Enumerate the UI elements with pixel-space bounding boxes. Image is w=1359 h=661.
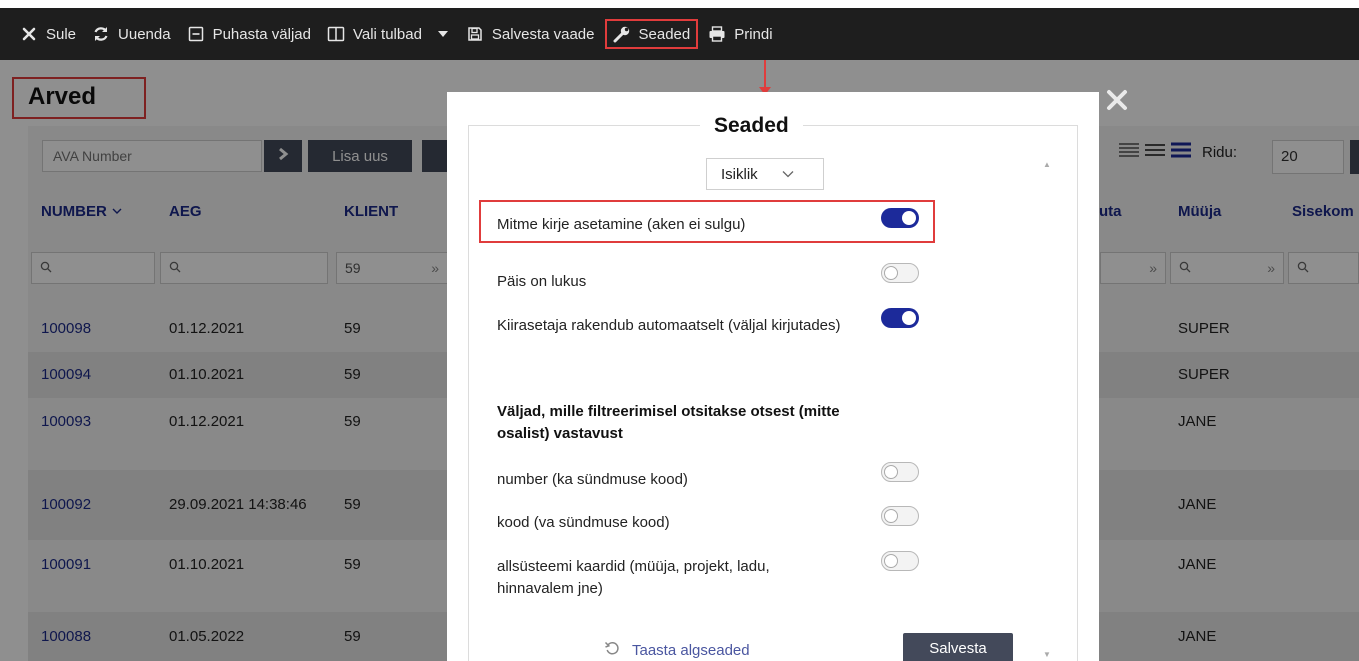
toggle-header-locked[interactable] [881,263,919,283]
option-label-subsystem-cards: allsüsteemi kaardid (müüja, projekt, lad… [497,558,770,597]
exact-match-section-heading: Väljad, mille filtreerimisel otsitakse o… [497,403,840,442]
option-label-code-exact: kood (va sündmuse kood) [497,514,670,531]
caret-down-icon [436,25,450,43]
toggle-number-exact[interactable] [881,462,919,482]
settings-label: Seaded [638,25,691,43]
choose-columns-label: Vali tulbad [352,25,422,43]
modal-title: Seaded [700,114,803,138]
option-label-multi-insert: Mitme kirje asetamine (aken ei sulgu) [497,216,746,233]
restore-defaults-button[interactable]: Taasta algseaded [604,640,750,660]
toggle-knob [902,311,916,325]
settings-button[interactable]: Seaded [604,19,699,49]
toggle-code-exact[interactable] [881,506,919,526]
save-view-button[interactable]: Salvesta vaade [466,25,595,43]
scroll-up-icon[interactable]: ▲ [1043,160,1051,169]
refresh-label: Uuenda [118,25,171,43]
toggle-knob [884,465,898,479]
undo-icon [604,640,620,660]
modal-close-icon[interactable] [1106,86,1128,118]
restore-defaults-label: Taasta algseaded [632,641,750,659]
print-button[interactable]: Prindi [708,25,773,43]
columns-icon [327,25,345,43]
toggle-auto-quick-insert[interactable] [881,308,919,328]
toggle-knob [884,266,898,280]
save-view-label: Salvesta vaade [491,25,595,43]
option-label-header-locked: Päis on lukus [497,273,587,290]
toolbar: Sule Uuenda Puhasta väljad Vali tulbad S… [0,8,1359,60]
option-label-auto-quick-insert: Kiirasetaja rakendub automaatselt (välja… [497,317,841,334]
close-label: Sule [46,25,77,43]
chevron-down-icon [782,167,794,181]
save-settings-button[interactable]: Salvesta [903,633,1013,661]
toggle-knob [902,211,916,225]
clear-fields-label: Puhasta väljad [212,25,311,43]
print-label: Prindi [734,25,773,43]
floppy-disk-icon [466,25,484,43]
clear-fields-button[interactable]: Puhasta väljad [187,25,311,43]
settings-scope-select[interactable]: Isiklik [706,158,824,190]
option-label-number-exact: number (ka sündmuse kood) [497,471,688,488]
toggle-multi-insert[interactable] [881,208,919,228]
printer-icon [708,25,726,43]
minus-square-icon [187,25,205,43]
close-button[interactable]: Sule [20,25,76,43]
wrench-icon [613,25,631,43]
refresh-button[interactable]: Uuenda [92,25,171,43]
toggle-subsystem-cards[interactable] [881,551,919,571]
toggle-knob [884,554,898,568]
choose-columns-button[interactable]: Vali tulbad [327,25,450,43]
settings-scope-value: Isiklik [721,165,758,183]
scroll-down-icon[interactable]: ▼ [1043,650,1051,659]
toggle-knob [884,509,898,523]
refresh-icon [92,25,110,43]
annotation-arrow-line [764,60,766,90]
close-icon [20,25,38,43]
